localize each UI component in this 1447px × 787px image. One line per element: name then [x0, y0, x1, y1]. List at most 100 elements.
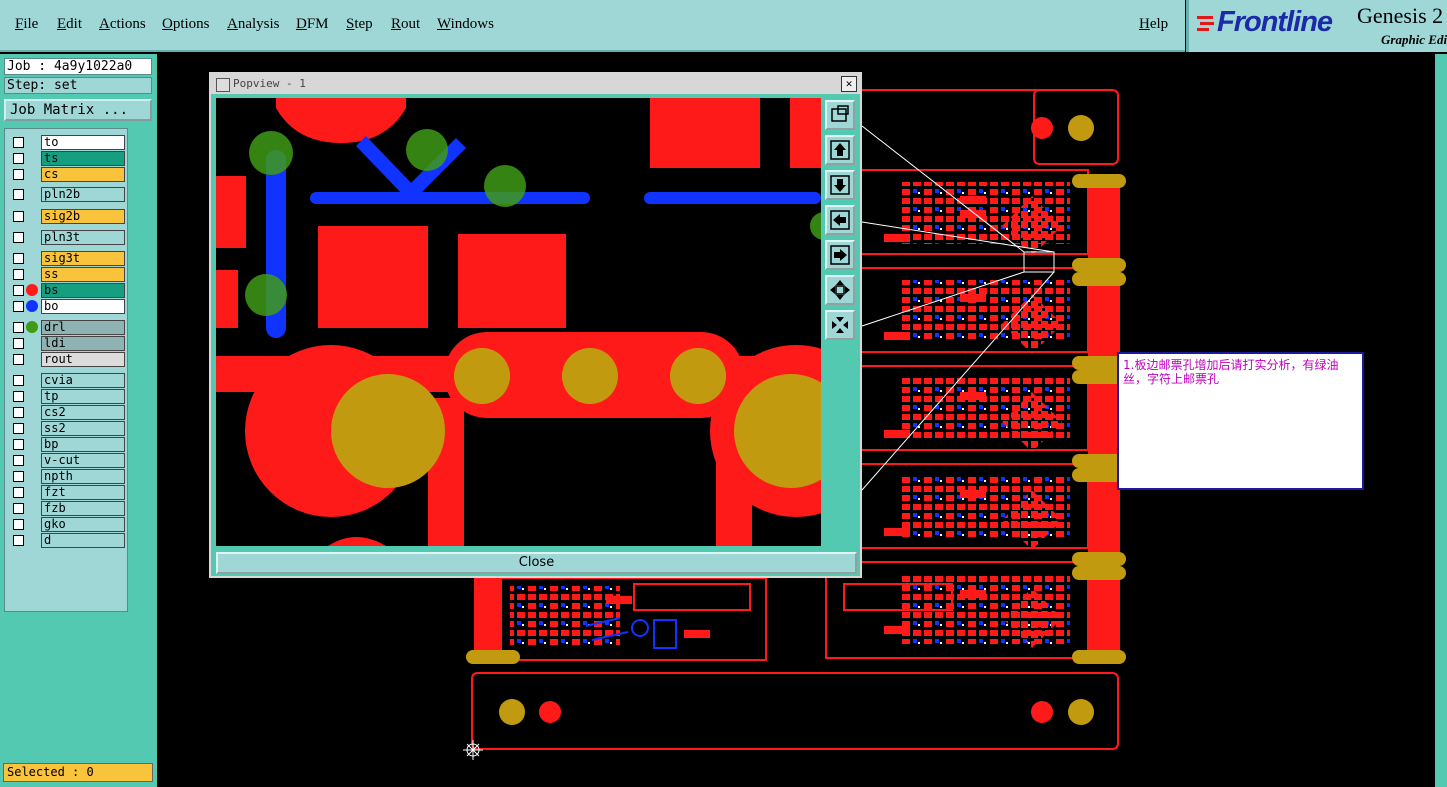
menu-rout[interactable]: Rout	[391, 16, 420, 33]
layer-row[interactable]: npth	[7, 469, 127, 484]
popview-close-button[interactable]: Close	[216, 552, 857, 574]
layer-checkbox[interactable]	[13, 285, 24, 296]
layer-name[interactable]: pln2b	[41, 187, 125, 202]
layer-checkbox[interactable]	[13, 519, 24, 530]
layer-name[interactable]: pln3t	[41, 230, 125, 245]
pan-right-button[interactable]	[825, 240, 855, 270]
layer-name[interactable]: gko	[41, 517, 125, 532]
layer-checkbox[interactable]	[13, 301, 24, 312]
layer-row[interactable]: cs	[7, 167, 127, 182]
pan-down-button[interactable]	[825, 170, 855, 200]
layer-row[interactable]: gko	[7, 517, 127, 532]
layer-checkbox[interactable]	[13, 487, 24, 498]
layer-name[interactable]: bo	[41, 299, 125, 314]
menu-options[interactable]: Options	[162, 16, 210, 33]
layer-name[interactable]: ss2	[41, 421, 125, 436]
layer-checkbox[interactable]	[13, 375, 24, 386]
menu-analysis[interactable]: Analysis	[227, 16, 280, 33]
zoom-in-button[interactable]	[825, 275, 855, 305]
pad	[1072, 650, 1126, 664]
layer-name[interactable]: cs2	[41, 405, 125, 420]
layer-name[interactable]: rout	[41, 352, 125, 367]
layer-checkbox[interactable]	[13, 391, 24, 402]
layer-row[interactable]: cs2	[7, 405, 127, 420]
layer-checkbox[interactable]	[13, 503, 24, 514]
layer-name[interactable]: drl	[41, 320, 125, 335]
layer-name[interactable]: sig2b	[41, 209, 125, 224]
arrow-up-icon	[830, 140, 850, 160]
layer-row[interactable]: v-cut	[7, 453, 127, 468]
layer-row[interactable]: ts	[7, 151, 127, 166]
layer-row[interactable]: ss2	[7, 421, 127, 436]
layer-row[interactable]: sig2b	[7, 209, 127, 224]
layer-row[interactable]: cvia	[7, 373, 127, 388]
layer-row[interactable]: bs	[7, 283, 127, 298]
layer-name[interactable]: sig3t	[41, 251, 125, 266]
layer-checkbox[interactable]	[13, 439, 24, 450]
layer-row[interactable]: sig3t	[7, 251, 127, 266]
menu-windows[interactable]: Windows	[437, 16, 494, 33]
layer-row[interactable]: pln2b	[7, 187, 127, 202]
popview-canvas[interactable]	[216, 98, 821, 546]
menu-actions[interactable]: Actions	[99, 16, 146, 33]
layer-row[interactable]: ldi	[7, 336, 127, 351]
layer-row[interactable]: rout	[7, 352, 127, 367]
layer-name[interactable]: bp	[41, 437, 125, 452]
layer-name[interactable]: fzb	[41, 501, 125, 516]
layer-checkbox[interactable]	[13, 455, 24, 466]
layer-name[interactable]: ss	[41, 267, 125, 282]
layer-name[interactable]: d	[41, 533, 125, 548]
layer-name[interactable]: cvia	[41, 373, 125, 388]
annotation-note[interactable]: 1.板边邮票孔增加后请打实分析，有绿油丝，字符上邮票孔	[1117, 352, 1364, 490]
menu-edit[interactable]: Edit	[57, 16, 82, 33]
layer-checkbox[interactable]	[13, 322, 24, 333]
layer-checkbox[interactable]	[13, 535, 24, 546]
layer-checkbox[interactable]	[13, 189, 24, 200]
layer-checkbox[interactable]	[13, 153, 24, 164]
layer-name[interactable]: npth	[41, 469, 125, 484]
layer-name[interactable]: v-cut	[41, 453, 125, 468]
layer-checkbox[interactable]	[13, 471, 24, 482]
layer-checkbox[interactable]	[13, 137, 24, 148]
layer-checkbox[interactable]	[13, 338, 24, 349]
menu-step[interactable]: Step	[346, 16, 373, 33]
arrow-right-icon	[830, 245, 850, 265]
job-matrix-button[interactable]: Job Matrix ...	[4, 99, 152, 121]
layer-row[interactable]: pln3t	[7, 230, 127, 245]
pan-left-button[interactable]	[825, 205, 855, 235]
pan-up-button[interactable]	[825, 135, 855, 165]
layer-row[interactable]: ss	[7, 267, 127, 282]
layer-row[interactable]: d	[7, 533, 127, 548]
layer-checkbox[interactable]	[13, 253, 24, 264]
layer-name[interactable]: tp	[41, 389, 125, 404]
layer-name[interactable]: bs	[41, 283, 125, 298]
layer-checkbox[interactable]	[13, 269, 24, 280]
layer-name[interactable]: cs	[41, 167, 125, 182]
layer-row[interactable]: bp	[7, 437, 127, 452]
layer-checkbox[interactable]	[13, 211, 24, 222]
layer-row[interactable]: bo	[7, 299, 127, 314]
close-icon[interactable]: ✕	[841, 76, 857, 92]
zoom-fit-button[interactable]	[825, 100, 855, 130]
layer-checkbox[interactable]	[13, 232, 24, 243]
window-menu-icon[interactable]	[216, 78, 230, 92]
menu-help[interactable]: Help	[1139, 16, 1168, 33]
layer-row[interactable]: drl	[7, 320, 127, 335]
layer-row[interactable]: fzt	[7, 485, 127, 500]
layer-row[interactable]: to	[7, 135, 127, 150]
layer-checkbox[interactable]	[13, 354, 24, 365]
logo-subtitle: Graphic Edi	[1381, 32, 1447, 47]
layer-checkbox[interactable]	[13, 169, 24, 180]
layer-checkbox[interactable]	[13, 407, 24, 418]
layer-row[interactable]: tp	[7, 389, 127, 404]
menu-file[interactable]: File	[15, 16, 38, 33]
layer-name[interactable]: ldi	[41, 336, 125, 351]
layer-name[interactable]: ts	[41, 151, 125, 166]
menu-dfm[interactable]: DFM	[296, 16, 329, 33]
layer-name[interactable]: to	[41, 135, 125, 150]
layer-checkbox[interactable]	[13, 423, 24, 434]
layer-row[interactable]: fzb	[7, 501, 127, 516]
popview-titlebar[interactable]: Popview - 1 ✕	[211, 74, 860, 94]
zoom-out-button[interactable]	[825, 310, 855, 340]
layer-name[interactable]: fzt	[41, 485, 125, 500]
